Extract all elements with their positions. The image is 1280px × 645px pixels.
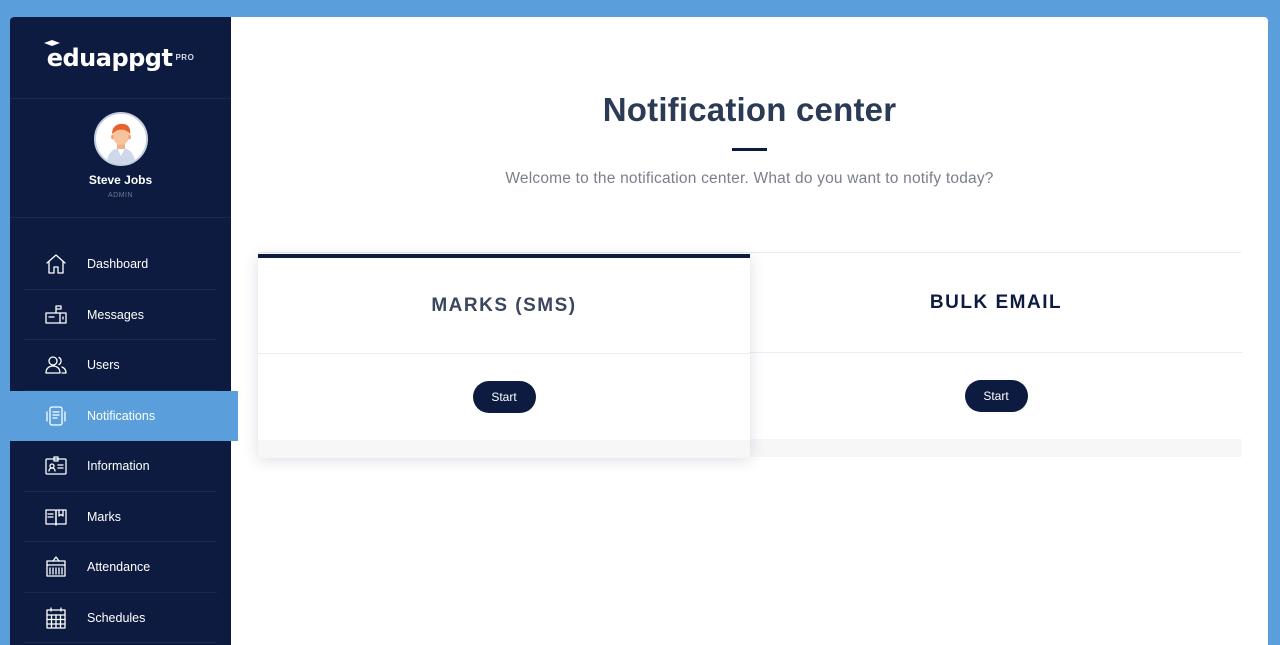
mailbox-icon	[43, 302, 69, 328]
title-underline	[732, 148, 767, 151]
marks-sms-card[interactable]: MARKS (SMS) Start	[258, 254, 750, 458]
card-footer	[258, 440, 750, 458]
sidebar: eduappgt PRO Steve Jobs ADMIN Dashboard …	[10, 17, 238, 645]
notification-options: MARKS (SMS) Start BULK EMAIL Start	[258, 252, 1242, 458]
sidebar-item-label: Messages	[87, 307, 144, 322]
notifications-icon	[43, 403, 69, 429]
calendar-icon	[43, 605, 69, 631]
home-icon	[43, 251, 69, 277]
card-title: BULK EMAIL	[750, 253, 1242, 353]
logo[interactable]: eduappgt PRO	[10, 17, 231, 99]
card-footer	[750, 439, 1242, 457]
avatar[interactable]	[93, 112, 148, 166]
sidebar-item-label: Information	[87, 459, 150, 474]
bulk-email-card[interactable]: BULK EMAIL Start	[750, 253, 1242, 458]
sidebar-item-label: Attendance	[87, 560, 151, 575]
user-avatar-icon	[95, 114, 146, 164]
page-title: Notification center	[602, 91, 897, 128]
user-role: ADMIN	[107, 192, 134, 199]
user-name: Steve Jobs	[88, 173, 153, 187]
attendance-board-icon	[43, 554, 69, 580]
app-window: eduappgt PRO Steve Jobs ADMIN Dashboard …	[10, 17, 1268, 645]
sidebar-item-marks[interactable]: Marks	[10, 492, 231, 543]
sidebar-item-label: Dashboard	[87, 257, 149, 272]
card-title: MARKS (SMS)	[258, 258, 750, 354]
card-body: Start	[258, 354, 750, 440]
sidebar-item-messages[interactable]: Messages	[10, 290, 231, 341]
start-bulk-email-button[interactable]: Start	[964, 380, 1028, 412]
user-profile: Steve Jobs ADMIN	[10, 99, 231, 218]
main-content: Notification center Welcome to the notif…	[231, 17, 1268, 645]
users-icon	[43, 352, 69, 378]
sidebar-nav: Dashboard Messages Users Notifications I…	[10, 239, 238, 644]
id-card-icon	[43, 453, 69, 479]
sidebar-item-label: Marks	[87, 509, 122, 524]
sidebar-item-schedules[interactable]: Schedules	[10, 593, 231, 644]
graduation-cap-icon	[43, 39, 60, 46]
sidebar-item-label: Notifications	[87, 408, 156, 423]
sidebar-item-notifications[interactable]: Notifications	[10, 390, 238, 441]
sidebar-item-label: Schedules	[87, 610, 146, 625]
start-marks-sms-button[interactable]: Start	[472, 381, 536, 413]
sidebar-item-label: Users	[87, 358, 120, 373]
brand-name: eduappgt	[43, 39, 173, 72]
sidebar-item-information[interactable]: Information	[10, 441, 231, 492]
card-body: Start	[750, 353, 1242, 439]
page-subtitle: Welcome to the notification center. What…	[505, 170, 994, 187]
sidebar-item-attendance[interactable]: Attendance	[10, 542, 231, 593]
book-icon	[43, 504, 69, 530]
sidebar-item-users[interactable]: Users	[10, 340, 231, 391]
sidebar-item-dashboard[interactable]: Dashboard	[10, 239, 231, 290]
brand-tier: PRO	[175, 53, 195, 62]
